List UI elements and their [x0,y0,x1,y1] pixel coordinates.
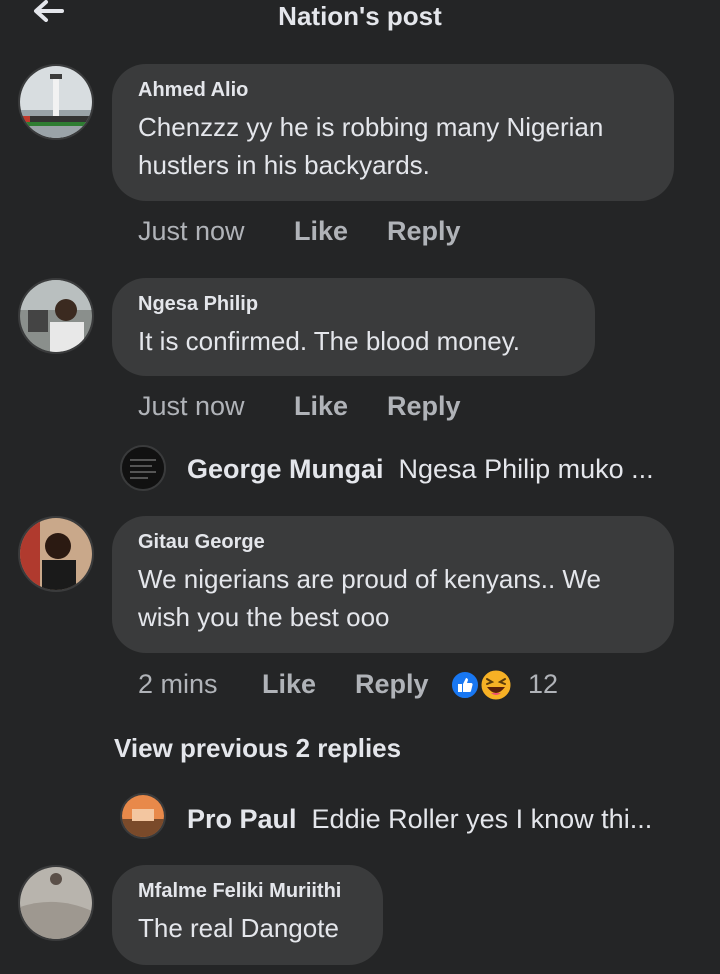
like-button[interactable]: Like [262,669,316,700]
page-title: Nation's post [278,1,442,31]
like-button[interactable]: Like [294,391,348,422]
reply-author[interactable]: George Mungai [187,454,384,484]
comment-text: Chenzzz yy he is robbing many Nigerian h… [138,112,604,180]
haha-reaction-icon[interactable] [479,668,513,702]
avatar-photo [20,518,92,590]
avatar-photo [122,795,164,837]
comment-actions: Just now Like Reply [138,216,538,250]
avatar[interactable] [18,865,94,941]
avatar-photo [20,867,92,939]
view-previous-replies-link[interactable]: View previous 2 replies [114,733,401,764]
reply-preview[interactable]: George Mungai Ngesa Philip muko ... [187,454,654,485]
comment-time: Just now [138,216,245,246]
comment-author[interactable]: Ahmed Alio [138,78,648,102]
comment-bubble[interactable]: Ahmed Alio Chenzzz yy he is robbing many… [112,64,674,201]
comment-author[interactable]: Mfalme Feliki Muriithi [138,879,357,903]
comment-text: The real Dangote [138,913,339,943]
reply-text: Ngesa Philip muko ... [398,454,654,484]
comment-text: We nigerians are proud of kenyans.. We w… [138,564,601,632]
avatar-photo [20,66,92,138]
reply-button[interactable]: Reply [387,391,461,422]
avatar-photo [122,447,164,489]
reply-button[interactable]: Reply [355,669,429,700]
comment-text: It is confirmed. The blood money. [138,326,521,356]
like-button[interactable]: Like [294,216,348,247]
avatar-photo [20,280,92,352]
avatar[interactable] [18,64,94,140]
comment-author[interactable]: Ngesa Philip [138,292,569,316]
comment-time: 2 mins [138,669,218,699]
reaction-count[interactable]: 12 [528,669,558,700]
comment-bubble[interactable]: Gitau George We nigerians are proud of k… [112,516,674,653]
reply-author[interactable]: Pro Paul [187,804,297,834]
comment-time: Just now [138,391,245,421]
comment-author[interactable]: Gitau George [138,530,648,554]
avatar[interactable] [18,278,94,354]
comment-actions: Just now Like Reply [138,391,538,425]
avatar[interactable] [120,445,166,491]
top-bar: Nation's post [0,0,720,36]
reply-button[interactable]: Reply [387,216,461,247]
avatar[interactable] [120,793,166,839]
comment-bubble[interactable]: Ngesa Philip It is confirmed. The blood … [112,278,595,376]
comment-bubble[interactable]: Mfalme Feliki Muriithi The real Dangote [112,865,383,965]
like-reaction-icon[interactable] [450,670,480,700]
reply-text: Eddie Roller yes I know thi... [311,804,653,834]
reply-preview[interactable]: Pro Paul Eddie Roller yes I know thi... [187,804,652,835]
avatar[interactable] [18,516,94,592]
